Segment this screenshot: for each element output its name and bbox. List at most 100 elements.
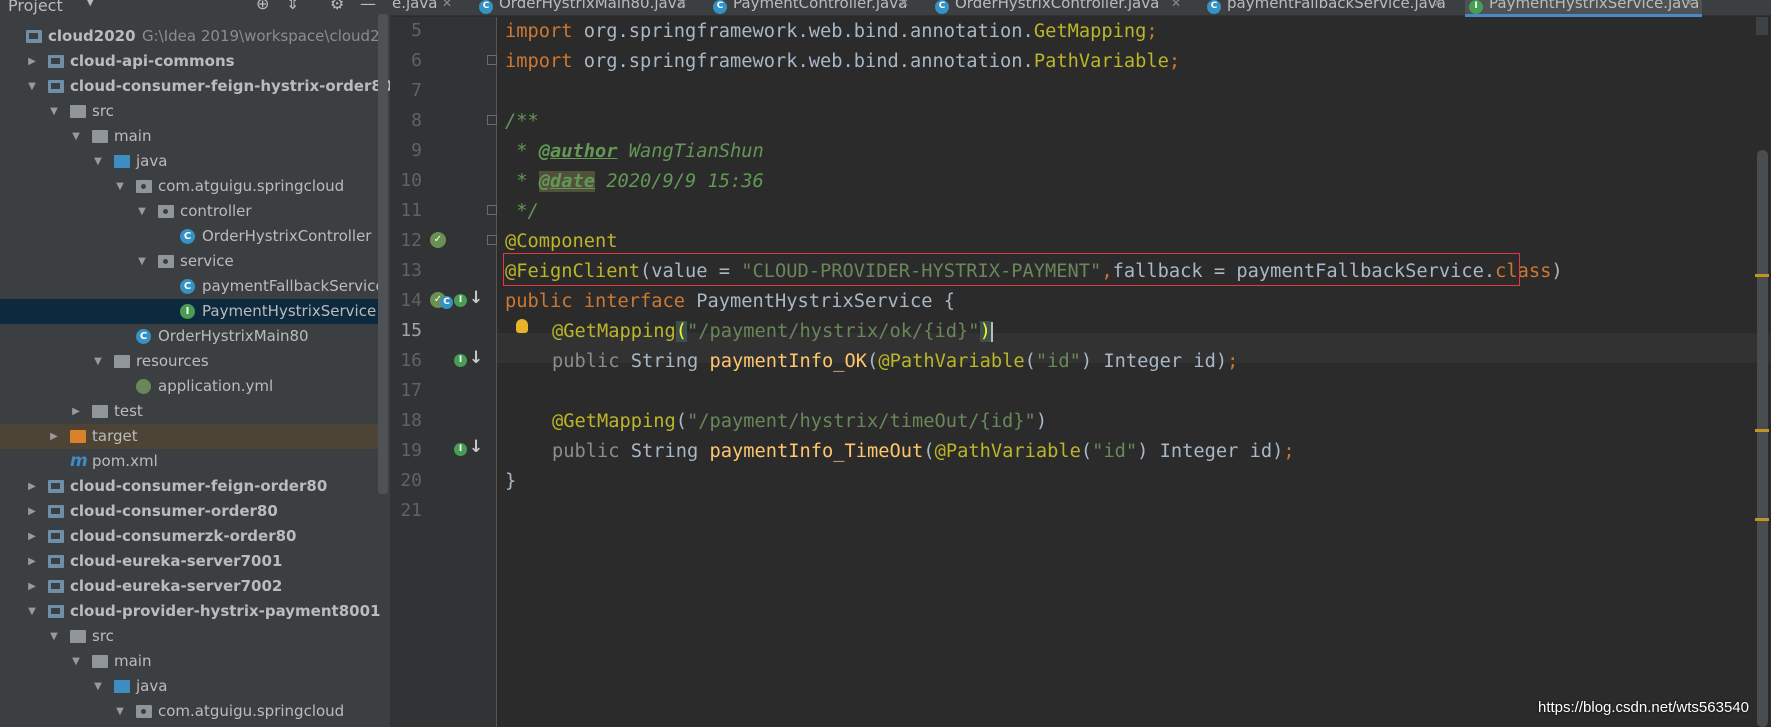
close-icon[interactable]: ✕ xyxy=(1171,0,1181,9)
package-icon xyxy=(158,255,174,268)
warning-stripe-mark[interactable] xyxy=(1755,274,1769,277)
implemented-icon[interactable]: I xyxy=(454,354,467,367)
code-line-20: } xyxy=(505,471,517,492)
module-icon xyxy=(26,30,42,43)
chevron-down-icon[interactable]: ▼ xyxy=(114,174,126,199)
editor-tab[interactable]: C OrderHystrixController.java ✕ xyxy=(931,0,1189,15)
arrow-down-icon[interactable]: ↓ xyxy=(469,348,483,368)
tree-item-label: paymentFallbackService xyxy=(202,277,385,295)
tree-item[interactable]: I PaymentHystrixService xyxy=(0,299,378,324)
chevron-down-icon[interactable]: ▼ xyxy=(114,699,126,724)
close-icon[interactable]: ✕ xyxy=(899,0,909,9)
tree-item[interactable]: ▼ main xyxy=(0,124,378,149)
close-icon[interactable]: ✕ xyxy=(1433,0,1443,9)
chevron-down-icon[interactable]: ▼ xyxy=(136,199,148,224)
fold-marker[interactable] xyxy=(487,205,497,215)
editor-scrollbar[interactable] xyxy=(1757,150,1768,727)
lightbulb-icon[interactable] xyxy=(516,319,528,333)
tree-item-label: com.atguigu.springcloud xyxy=(158,702,345,720)
code-line-14: public interface PaymentHystrixService { xyxy=(505,291,956,312)
hide-panel-icon[interactable]: — xyxy=(360,0,376,13)
chevron-down-icon[interactable]: ▼ xyxy=(136,249,148,274)
chevron-right-icon[interactable]: ▶ xyxy=(26,549,38,574)
tree-item[interactable]: application.yml xyxy=(0,374,378,399)
implemented-icon[interactable]: I xyxy=(454,443,467,456)
chevron-down-icon[interactable]: ▼ xyxy=(48,99,60,124)
tree-item[interactable]: ▶ cloud-api-commons xyxy=(0,49,378,74)
tree-item[interactable]: ▼ java xyxy=(0,674,378,699)
tree-item[interactable]: C OrderHystrixMain80 xyxy=(0,324,378,349)
fold-marker[interactable] xyxy=(487,115,497,125)
tree-item[interactable]: m pom.xml xyxy=(0,449,378,474)
arrow-down-icon[interactable]: ↓ xyxy=(469,437,483,457)
tree-item[interactable]: ▼ src xyxy=(0,99,378,124)
locate-icon[interactable]: ⊕ xyxy=(256,0,269,13)
chevron-right-icon[interactable]: ▶ xyxy=(26,474,38,499)
line-number: 12 xyxy=(400,230,422,251)
chevron-down-icon[interactable]: ▼ xyxy=(70,649,82,674)
warning-stripe-mark[interactable] xyxy=(1755,518,1769,521)
tree-item[interactable]: C OrderHystrixController xyxy=(0,224,378,249)
tab-label: OrderHystrixMain80.java xyxy=(499,0,686,12)
tree-item[interactable]: cloud2020 G:\Idea 2019\workspace\cloud202… xyxy=(0,24,408,49)
chevron-right-icon[interactable]: ▶ xyxy=(26,49,38,74)
class-icon: C xyxy=(935,0,949,14)
close-icon[interactable]: ✕ xyxy=(442,0,452,9)
line-number: 21 xyxy=(400,500,422,521)
project-panel-title[interactable]: Project xyxy=(8,0,63,15)
chevron-down-icon[interactable]: ▼ xyxy=(92,349,104,374)
tree-item[interactable]: ▼ cloud-consumer-feign-hystrix-order80 xyxy=(0,74,392,99)
arrow-down-icon[interactable]: ↓ xyxy=(469,288,483,308)
tree-item[interactable]: ▼ service xyxy=(0,249,378,274)
chevron-down-icon[interactable]: ▼ xyxy=(92,674,104,699)
tree-item-path: G:\Idea 2019\workspace\cloud2020 xyxy=(142,27,409,45)
project-scrollbar[interactable] xyxy=(378,14,388,494)
tree-item[interactable]: ▶ target xyxy=(0,424,378,449)
editor-tab[interactable]: C OrderHystrixMain80.java ✕ xyxy=(475,0,695,15)
fold-marker[interactable] xyxy=(487,55,497,65)
tree-item[interactable]: ▼ java xyxy=(0,149,378,174)
gear-icon[interactable]: ⚙ xyxy=(330,0,344,13)
spring-bean-icon[interactable]: ✓ xyxy=(430,232,446,248)
tree-item[interactable]: ▼ controller xyxy=(0,199,378,224)
chevron-right-icon[interactable]: ▶ xyxy=(70,399,82,424)
tree-item[interactable]: ▼ com.atguigu.springcloud xyxy=(0,699,378,724)
tree-item-label: OrderHystrixController xyxy=(202,227,372,245)
tree-item[interactable]: ▼ resources xyxy=(0,349,378,374)
chevron-right-icon[interactable]: ▶ xyxy=(26,574,38,599)
chevron-right-icon[interactable]: ▶ xyxy=(48,424,60,449)
tree-item[interactable]: ▶ cloud-eureka-server7002 xyxy=(0,574,378,599)
tree-item[interactable]: ▶ cloud-consumer-order80 xyxy=(0,499,378,524)
chevron-right-icon[interactable]: ▶ xyxy=(26,499,38,524)
tree-item[interactable]: ▶ cloud-consumer-feign-order80 xyxy=(0,474,378,499)
tree-item[interactable]: ▼ cloud-provider-hystrix-payment8001 xyxy=(0,599,380,624)
tree-item[interactable]: ▼ com.atguigu.springcloud xyxy=(0,174,378,199)
implemented-icon[interactable]: I xyxy=(454,294,467,307)
tree-item[interactable]: CpaymentFallbackService xyxy=(0,274,385,299)
editor-tab[interactable]: C PaymentController.java ✕ xyxy=(709,0,917,15)
folder-orange-icon xyxy=(70,430,86,443)
tree-item[interactable]: ▶ cloud-consumerzk-order80 xyxy=(0,524,378,549)
tree-item[interactable]: ▼ src xyxy=(0,624,378,649)
inspection-status[interactable] xyxy=(1756,17,1768,35)
close-icon[interactable]: ✕ xyxy=(1684,0,1694,9)
chevron-down-icon[interactable]: ▼ xyxy=(86,0,94,8)
chevron-down-icon[interactable]: ▼ xyxy=(26,599,38,624)
editor-tab[interactable]: e.java ✕ xyxy=(390,0,460,15)
chevron-down-icon[interactable]: ▼ xyxy=(70,124,82,149)
chevron-down-icon[interactable]: ▼ xyxy=(26,74,38,99)
code-editor[interactable]: 5 6 7 8 9 10 11 12 13 14 15 16 17 18 19 20 21 ✓ ✓ C I ↓ … xyxy=(390,17,1771,727)
tree-item[interactable]: ▶ test xyxy=(0,399,378,424)
chevron-down-icon[interactable]: ▼ xyxy=(48,624,60,649)
code-line-15: @GetMapping("/payment/hystrix/ok/{id}") xyxy=(552,321,993,342)
chevron-right-icon[interactable]: ▶ xyxy=(26,524,38,549)
tree-item[interactable]: ▼ main xyxy=(0,649,378,674)
tree-item[interactable]: ▶ cloud-eureka-server7001 xyxy=(0,549,378,574)
text-cursor xyxy=(990,321,993,342)
editor-tab[interactable]: CpaymentFallbackService.java ✕ xyxy=(1203,0,1451,15)
warning-stripe-mark[interactable] xyxy=(1755,429,1769,432)
fold-marker[interactable] xyxy=(487,235,497,245)
collapse-all-icon[interactable]: ⇕ xyxy=(286,0,299,13)
close-icon[interactable]: ✕ xyxy=(677,0,687,9)
chevron-down-icon[interactable]: ▼ xyxy=(92,149,104,174)
